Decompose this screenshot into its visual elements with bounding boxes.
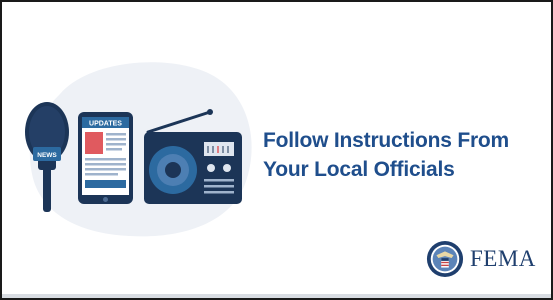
fema-logo: FEMA: [426, 239, 536, 279]
phone-icon: UPDATES: [78, 112, 133, 204]
headline-line-1: Follow Instructions From: [263, 129, 510, 152]
dhs-seal-icon: [426, 240, 464, 278]
microphone-flag-text: NEWS: [37, 152, 57, 159]
headline-line-2: Your Local Officials: [263, 158, 455, 181]
media-illustration: NEWS UPDATES: [25, 62, 252, 237]
slide-frame: NEWS UPDATES Follow Instructions From Yo…: [0, 0, 553, 300]
bottom-divider: [2, 294, 551, 298]
fema-wordmark: FEMA: [470, 246, 536, 271]
slide-headline: Follow Instructions From Your Local Offi…: [263, 126, 548, 184]
phone-header-text: UPDATES: [89, 121, 122, 128]
